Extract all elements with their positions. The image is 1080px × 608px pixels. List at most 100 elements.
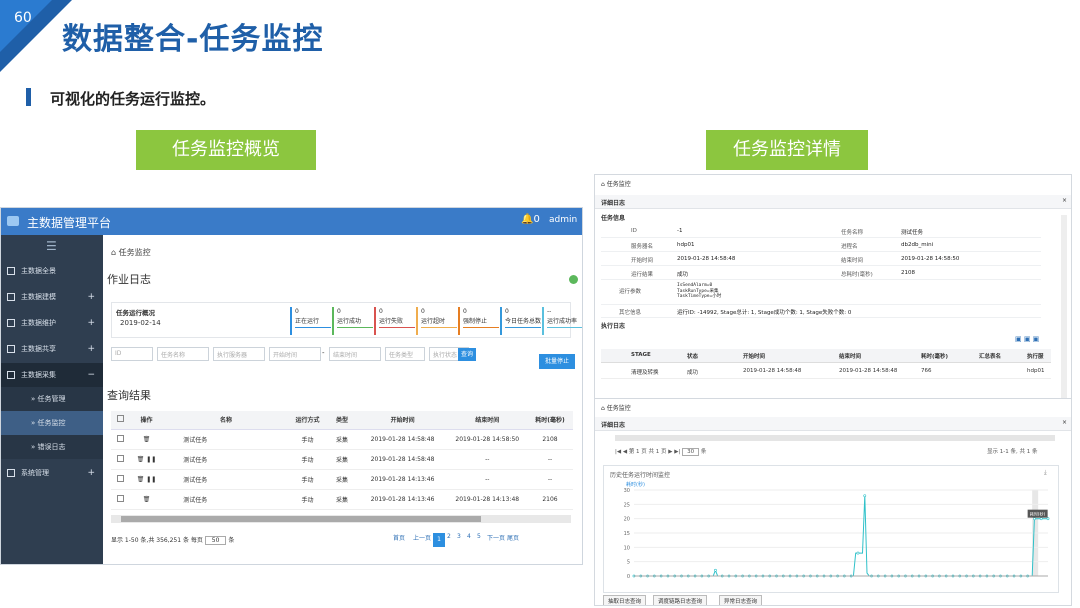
stat-item[interactable]: 0 运行失败 xyxy=(374,307,415,335)
stat-item[interactable]: -- 运行成功率 xyxy=(542,307,582,335)
sidebar-item-error-log[interactable]: » 错误日志 xyxy=(1,435,103,459)
info-title: 任务信息 xyxy=(601,215,626,222)
stat-item[interactable]: 0 正在运行 xyxy=(290,307,331,335)
filter-input[interactable]: 执行服务器 xyxy=(213,347,265,361)
batch-stop-button[interactable]: 批量停止 xyxy=(539,354,575,369)
toolbar-icons[interactable]: ▣ ▣ ▣ xyxy=(1015,335,1045,343)
page-size-select[interactable]: 30 xyxy=(682,448,700,456)
bell-icon[interactable]: 🔔0 xyxy=(521,214,540,225)
info-cell: 任务名称 xyxy=(841,230,864,236)
data-point[interactable] xyxy=(856,551,860,555)
column-header[interactable]: 耗时(毫秒) xyxy=(526,411,573,430)
data-point[interactable] xyxy=(1046,517,1050,521)
section-title: 作业日志 xyxy=(107,273,151,286)
trash-icon[interactable]: 🗑 xyxy=(143,436,151,443)
sidebar-item-overview[interactable]: 主数据全景 xyxy=(1,259,103,283)
column-header[interactable]: 开始时间 xyxy=(357,411,448,430)
pause-icon[interactable]: ❚❚ xyxy=(144,476,156,483)
sidebar-item-task-manage[interactable]: » 任务管理 xyxy=(1,387,103,411)
bottom-tab[interactable]: 异常日志查询 xyxy=(719,595,763,605)
page-size-select[interactable]: 50 xyxy=(204,536,227,545)
pager-item[interactable]: 下一页 xyxy=(487,533,505,542)
user-menu[interactable]: admin xyxy=(549,215,577,225)
table-row[interactable]: 🗑 测试任务 手动 采集 2019-01-28 14:13:46 2019-01-28 1… xyxy=(111,489,573,510)
pager-item[interactable]: 3 xyxy=(457,533,461,540)
y-axis-label: 耗时(秒) xyxy=(626,481,645,488)
column-header[interactable] xyxy=(111,411,130,430)
filter-input[interactable]: 开始时间 xyxy=(269,347,321,361)
label-detail: 任务监控详情 xyxy=(706,130,868,170)
info-cell: 运行结果 xyxy=(631,272,654,278)
close-icon[interactable]: × xyxy=(1062,419,1067,426)
filter-input[interactable]: 任务名称 xyxy=(157,347,209,361)
stat-item[interactable]: 0 运行超时 xyxy=(416,307,457,335)
table-cell: -- xyxy=(526,469,573,490)
row-checkbox[interactable] xyxy=(116,434,124,442)
bottom-tab[interactable]: 抽取日志查询 xyxy=(603,595,647,605)
menu-toggle-icon[interactable]: ☰ xyxy=(46,239,57,253)
bottom-tab[interactable]: 调度链路日志查询 xyxy=(653,595,708,605)
data-point[interactable] xyxy=(1033,517,1036,521)
bell-count: 0 xyxy=(533,214,540,225)
table-cell: 测试任务 xyxy=(163,469,289,490)
table-cell: 测试任务 xyxy=(163,449,289,470)
column-header[interactable]: 名称 xyxy=(163,411,289,430)
column-header[interactable]: 类型 xyxy=(326,411,358,430)
breadcrumb: ⌂ 任务监控 xyxy=(601,181,631,188)
column-header[interactable]: 运行方式 xyxy=(288,411,327,430)
data-point[interactable] xyxy=(714,568,717,572)
data-point[interactable] xyxy=(863,494,867,498)
stat-item[interactable]: 0 运行成功 xyxy=(332,307,373,335)
vertical-scrollbar[interactable] xyxy=(1061,215,1067,405)
table-row[interactable]: 🗑 ❚❚ 测试任务 手动 采集 2019-01-28 14:58:48 -- -- xyxy=(111,449,573,470)
column-header[interactable]: 结束时间 xyxy=(447,411,527,430)
overview-label: 任务运行概况 xyxy=(116,309,155,317)
pager-item[interactable]: 首页 xyxy=(393,533,405,542)
sidebar-item-system[interactable]: 系统管理 + xyxy=(1,461,103,485)
close-icon[interactable]: × xyxy=(1062,197,1067,204)
trash-icon[interactable]: 🗑 xyxy=(143,496,151,503)
log-column: 汇总表名 xyxy=(979,354,1002,360)
sidebar-item-modeling[interactable]: 主数据建模 + xyxy=(1,285,103,309)
stat-item[interactable]: 0 强制停止 xyxy=(458,307,499,335)
filter-input[interactable]: ID xyxy=(111,347,153,361)
select-all-checkbox[interactable] xyxy=(116,415,124,423)
pager-item[interactable]: 5 xyxy=(477,533,481,540)
info-cell: 2019-01-28 14:58:48 xyxy=(677,256,736,262)
pagination-info: 显示 1-50 条,共 356,251 条 每页 50 条 xyxy=(111,536,235,545)
row-checkbox[interactable] xyxy=(116,454,124,462)
data-point[interactable] xyxy=(1039,517,1043,521)
sidebar-item-collect[interactable]: 主数据采集 − xyxy=(1,363,103,387)
sidebar-item-maintain[interactable]: 主数据维护 + xyxy=(1,311,103,335)
pager-item[interactable]: 1 xyxy=(433,533,445,547)
log-row[interactable]: 清理及转换 成功 2019-01-28 14:58:48 2019-01-28 14:… xyxy=(601,365,1051,379)
table-cell: 2019-01-28 14:13:48 xyxy=(447,489,527,510)
pager-item[interactable]: 2 xyxy=(447,533,451,540)
table-row[interactable]: 🗑 测试任务 手动 采集 2019-01-28 14:58:48 2019-01-28 1… xyxy=(111,429,573,450)
horizontal-scrollbar[interactable] xyxy=(615,435,1055,441)
pause-icon[interactable]: ❚❚ xyxy=(144,456,156,463)
row-checkbox[interactable] xyxy=(116,474,124,482)
filter-input[interactable]: 结束时间 xyxy=(329,347,381,361)
table-cell: 手动 xyxy=(288,469,327,490)
sidebar-item-task-monitor[interactable]: » 任务监控 xyxy=(1,411,103,435)
table-cell: 2019-01-28 14:13:46 xyxy=(357,489,448,510)
column-header[interactable]: 操作 xyxy=(129,411,164,430)
help-icon[interactable] xyxy=(569,275,578,284)
scrollbar-thumb[interactable] xyxy=(121,516,481,522)
gear-icon xyxy=(7,469,15,477)
table-row[interactable]: 🗑 ❚❚ 测试任务 手动 采集 2019-01-28 14:13:46 -- -- xyxy=(111,469,573,490)
sidebar-item-share[interactable]: 主数据共享 + xyxy=(1,337,103,361)
filter-input[interactable]: 任务类型 xyxy=(385,347,425,361)
stat-item[interactable]: 0 今日任务总数 xyxy=(500,307,541,335)
search-button[interactable]: 查询 xyxy=(458,348,476,361)
table-cell: 采集 xyxy=(326,429,358,450)
pager-item[interactable]: 尾页 xyxy=(507,533,519,542)
pager-item[interactable]: 上一页 xyxy=(413,533,431,542)
y-tick-label: 0 xyxy=(627,574,630,580)
runtime-chart: 051015202530耗时(秒)耗时(秒) xyxy=(624,481,1050,580)
log-column: 状态 xyxy=(687,354,699,360)
pager-item[interactable]: 4 xyxy=(467,533,471,540)
horizontal-scrollbar[interactable] xyxy=(111,515,571,523)
row-checkbox[interactable] xyxy=(116,494,124,502)
